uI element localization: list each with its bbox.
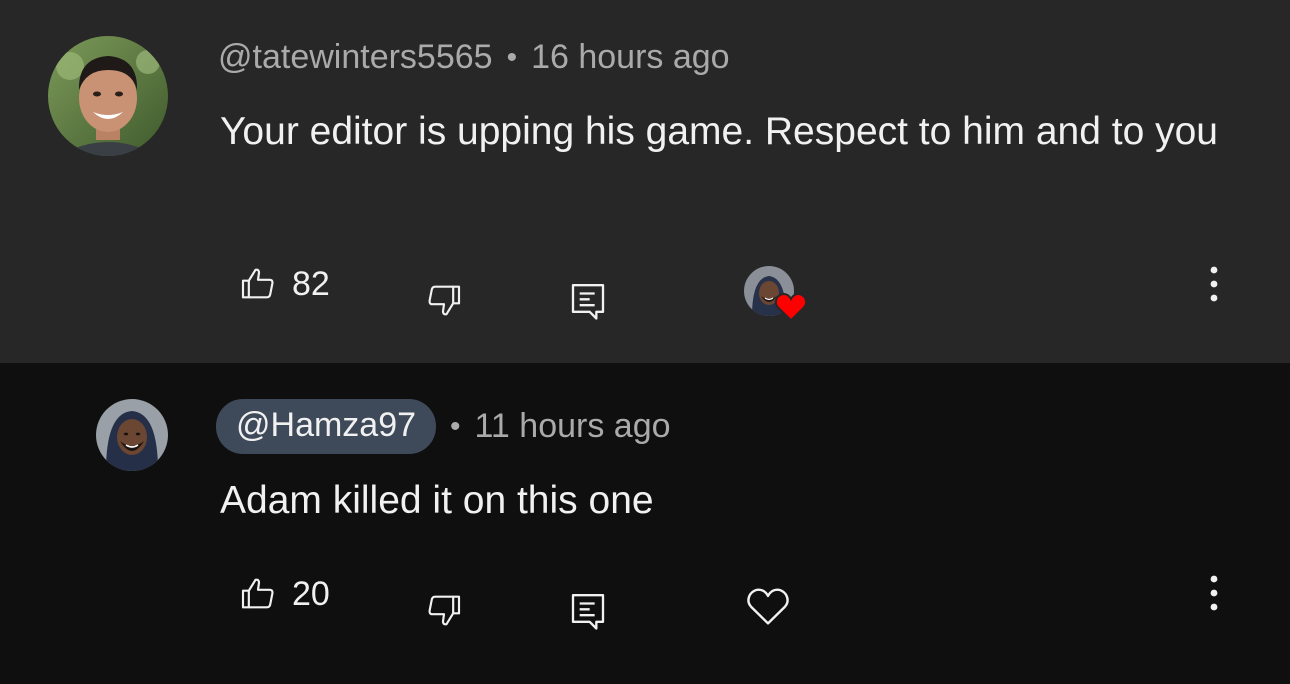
heart-button[interactable]: [746, 585, 790, 627]
comment-time[interactable]: 16 hours ago: [531, 38, 730, 77]
comment-highlighted: @tatewinters5565 • 16 hours ago Your edi…: [0, 0, 1290, 363]
reply-button[interactable]: [568, 590, 608, 632]
comment-text: Adam killed it on this one: [220, 479, 654, 522]
comment-meta: @Hamza97 • 11 hours ago: [216, 399, 671, 454]
dislike-icon: [424, 280, 464, 320]
like-icon: [238, 264, 278, 304]
reply-icon: [568, 280, 608, 322]
comment-time[interactable]: 11 hours ago: [475, 407, 671, 446]
more-options-button[interactable]: [1200, 264, 1228, 308]
avatar[interactable]: [48, 36, 168, 156]
comment-text: Your editor is upping his game. Respect …: [220, 110, 1218, 153]
meta-separator: •: [506, 40, 518, 74]
like-button[interactable]: 82: [238, 264, 330, 304]
more-vert-icon: [1200, 573, 1228, 617]
reply-icon: [568, 590, 608, 632]
more-options-button[interactable]: [1200, 573, 1228, 617]
more-vert-icon: [1200, 264, 1228, 308]
comment-author[interactable]: @tatewinters5565: [218, 38, 493, 77]
like-button[interactable]: 20: [238, 574, 330, 614]
creator-handle-chip[interactable]: @Hamza97: [216, 399, 437, 454]
dislike-button[interactable]: [424, 280, 464, 320]
dislike-button[interactable]: [424, 590, 464, 630]
comment: @Hamza97 • 11 hours ago Adam killed it o…: [0, 363, 1290, 684]
avatar[interactable]: [96, 399, 168, 471]
meta-separator: •: [450, 409, 461, 443]
comment-meta: @tatewinters5565 • 16 hours ago: [218, 38, 730, 77]
heart-outline-icon: [746, 585, 790, 627]
like-count: 82: [292, 264, 330, 303]
like-count: 20: [292, 574, 330, 613]
creator-heart-icon: [774, 290, 808, 322]
like-icon: [238, 574, 278, 614]
reply-button[interactable]: [568, 280, 608, 322]
creator-heart-badge[interactable]: [744, 266, 808, 322]
dislike-icon: [424, 590, 464, 630]
